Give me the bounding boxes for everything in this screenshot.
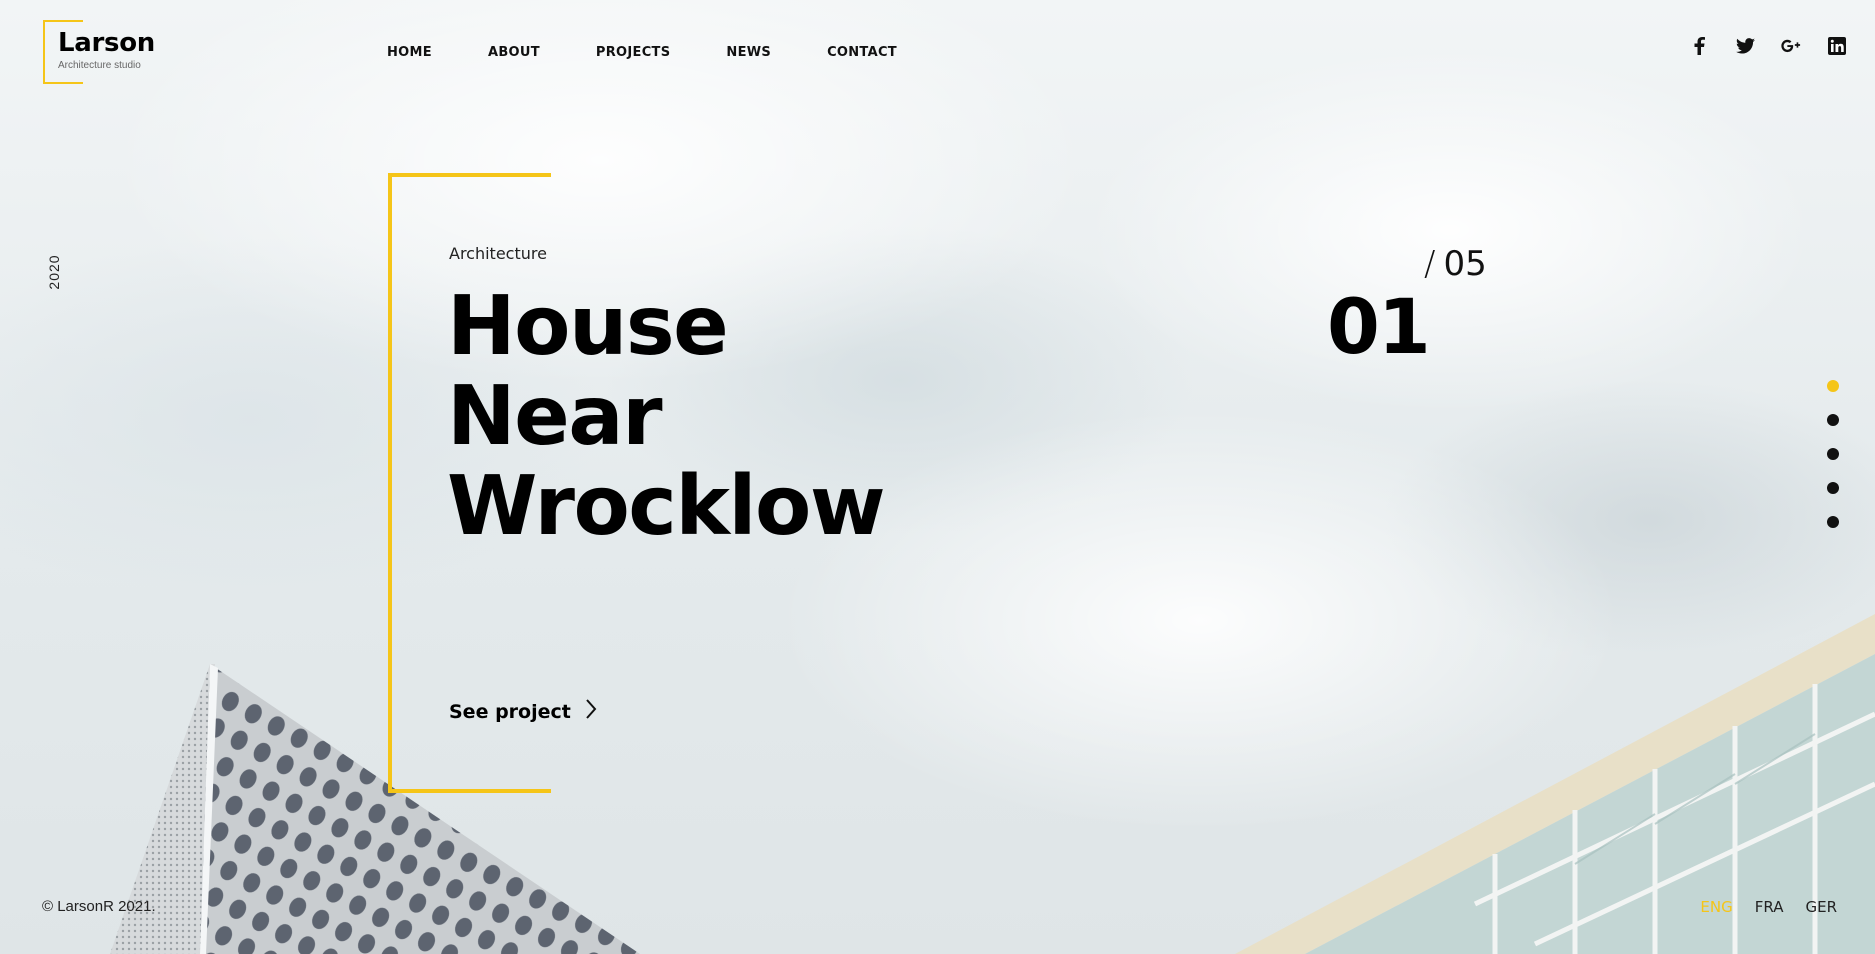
chevron-right-icon (585, 698, 597, 725)
logo-tagline: Architecture studio (58, 60, 141, 71)
see-project-button[interactable]: See project (449, 698, 597, 725)
language-eng[interactable]: ENG (1700, 898, 1732, 916)
project-title: House Near Wrocklow (447, 279, 886, 554)
slider-dot[interactable] (1827, 482, 1839, 494)
nav-item-home[interactable]: HOME (387, 45, 432, 60)
slider-pagination (1827, 380, 1839, 528)
linkedin-icon[interactable] (1827, 36, 1847, 56)
language-switcher: ENG FRA GER (1700, 898, 1837, 916)
nav-item-news[interactable]: NEWS (726, 45, 771, 60)
project-category: Architecture (449, 244, 547, 263)
year-label: 2020 (46, 254, 62, 290)
slide-counter-current: 01 (1327, 282, 1431, 371)
project-title-line: Wrocklow (447, 459, 886, 554)
copyright: © LarsonR 2021. (42, 898, 156, 915)
main-nav: HOME ABOUT PROJECTS NEWS CONTACT (387, 45, 953, 60)
project-title-line: House (447, 279, 729, 374)
slider-dot[interactable] (1827, 448, 1839, 460)
nav-item-projects[interactable]: PROJECTS (596, 45, 670, 60)
hero-background-image (0, 0, 1875, 954)
slide-counter-total: /05 (1424, 244, 1487, 284)
facebook-icon[interactable] (1689, 36, 1709, 56)
slide-counter-total-value: 05 (1443, 244, 1487, 284)
slider-dot[interactable] (1827, 516, 1839, 528)
twitter-icon[interactable] (1735, 36, 1755, 56)
slider-dot[interactable] (1827, 380, 1839, 392)
language-ger[interactable]: GER (1805, 898, 1837, 916)
logo-title: Larson (58, 28, 155, 58)
google-plus-icon[interactable] (1781, 36, 1801, 56)
project-title-line: Near (447, 369, 663, 464)
nav-item-contact[interactable]: CONTACT (827, 45, 897, 60)
logo[interactable]: Larson Architecture studio (43, 20, 173, 84)
nav-item-about[interactable]: ABOUT (488, 45, 540, 60)
language-fra[interactable]: FRA (1755, 898, 1784, 916)
social-links (1689, 36, 1847, 56)
slider-dot[interactable] (1827, 414, 1839, 426)
see-project-label: See project (449, 700, 571, 723)
counter-slash: / (1424, 244, 1436, 284)
